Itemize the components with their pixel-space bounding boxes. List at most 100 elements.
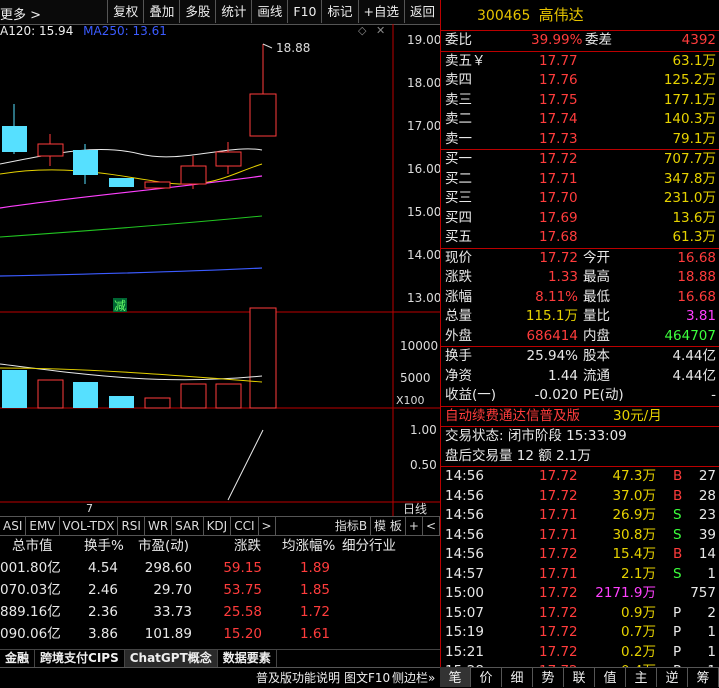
- order-level-label: 卖二: [445, 111, 472, 127]
- column-header[interactable]: 涨跌: [234, 535, 261, 557]
- indicator-control[interactable]: 指标B: [332, 517, 372, 535]
- quote-tab[interactable]: 筹: [688, 667, 719, 687]
- toolbar-button[interactable]: 多股: [179, 0, 215, 23]
- sidebar-toggle[interactable]: 侧边栏»: [392, 668, 435, 688]
- more-button[interactable]: 更多 >: [0, 4, 41, 23]
- table-cell: 1.85: [299, 582, 330, 598]
- help-link[interactable]: 普及版功能说明: [256, 668, 340, 688]
- indicator-tab[interactable]: CCI: [231, 517, 259, 535]
- volume-tick: 5000: [400, 371, 431, 385]
- tick-count: 14: [698, 546, 716, 562]
- bid-row[interactable]: 买三 17.70 231.0万: [441, 189, 719, 209]
- quote-tab[interactable]: 笔: [440, 667, 471, 687]
- stock-name: 高伟达: [538, 6, 584, 24]
- quote-tab[interactable]: 势: [533, 667, 564, 687]
- fund-label: PE(动): [583, 387, 624, 403]
- ask-row[interactable]: 卖五￥ 17.77 63.1万: [441, 52, 719, 72]
- bid-row[interactable]: 买四 17.69 13.6万: [441, 209, 719, 229]
- trade-status: 交易状态: 闭市阶段 15:33:09: [445, 428, 627, 444]
- ma250-line: [0, 267, 263, 277]
- toolbar-button[interactable]: 统计: [215, 0, 251, 23]
- tick-row[interactable]: 15:00 17.72 2171.9万 757: [441, 584, 719, 604]
- indicator-tab[interactable]: KDJ: [204, 517, 232, 535]
- tick-time: 14:56: [445, 468, 484, 484]
- column-header[interactable]: 换手%: [84, 535, 124, 557]
- quote-tab[interactable]: 联: [564, 667, 595, 687]
- quote-tab[interactable]: 主: [626, 667, 657, 687]
- order-level-label: 买五: [445, 229, 472, 245]
- table-row[interactable]: 001.80亿 4.54 298.60 59.15 1.89: [0, 557, 440, 579]
- sector-tab[interactable]: 跨境支付CIPS: [35, 650, 125, 667]
- indicator-tab[interactable]: ASI: [0, 517, 27, 535]
- table-cell: 1.61: [299, 626, 330, 642]
- tick-row[interactable]: 14:57 17.71 2.1万 S 1: [441, 565, 719, 585]
- toolbar-button[interactable]: 画线: [251, 0, 287, 23]
- indicator-tab[interactable]: WR: [145, 517, 173, 535]
- toolbar-button[interactable]: 复权: [107, 0, 143, 23]
- quote-tab[interactable]: 细: [502, 667, 533, 687]
- order-price: 17.68: [539, 229, 578, 245]
- tick-row[interactable]: 14:56 17.71 26.9万 S 23: [441, 506, 719, 526]
- ask-row[interactable]: 卖四 17.76 125.2万: [441, 71, 719, 91]
- quote-tab[interactable]: 价: [471, 667, 502, 687]
- tick-row[interactable]: 14:56 17.71 30.8万 S 39: [441, 526, 719, 546]
- promo-banner[interactable]: 自动续费通达信普及版 30元/月: [441, 407, 719, 427]
- kline-chart[interactable]: 18.88 减 19.00 18.00 17.00 16.00 15.00 14.00 13…: [0, 24, 440, 516]
- table-cell: 2.36: [87, 604, 118, 620]
- sector-tab[interactable]: ChatGPT概念: [124, 650, 218, 667]
- stat-label: 总量: [445, 308, 472, 324]
- table-row[interactable]: 070.03亿 2.46 29.70 53.75 1.85: [0, 579, 440, 601]
- price-tick: 19.00: [407, 33, 440, 47]
- toolbar-button[interactable]: 返回: [403, 0, 440, 23]
- indicator-tab[interactable]: EMV: [26, 517, 60, 535]
- stat-label: 最高: [583, 269, 610, 285]
- toolbar-button[interactable]: F10: [287, 0, 321, 23]
- indicator-tab[interactable]: VOL-TDX: [60, 517, 119, 535]
- tick-list[interactable]: 14:56 17.72 47.3万 B 27 14:56 17.72 37.0万 B 28 14:5…: [441, 467, 719, 682]
- tick-count: 28: [698, 487, 716, 504]
- tick-row[interactable]: 15:07 17.72 0.9万 P 2: [441, 604, 719, 624]
- tick-row[interactable]: 14:56 17.72 47.3万 B 27: [441, 467, 719, 487]
- tick-row[interactable]: 15:21 17.72 0.2万 P 1: [441, 643, 719, 663]
- indicator-tab[interactable]: RSI: [118, 517, 145, 535]
- indicator-tab[interactable]: SAR: [172, 517, 204, 535]
- column-header[interactable]: 总市值: [12, 535, 53, 557]
- order-level-label: 卖三: [445, 91, 472, 108]
- quote-tab[interactable]: 值: [595, 667, 626, 687]
- column-header[interactable]: 细分行业: [342, 535, 396, 557]
- stat-label: 现价: [445, 249, 472, 266]
- sector-tab[interactable]: 金融: [0, 650, 36, 667]
- table-row[interactable]: 889.16亿 2.36 33.73 25.58 1.72: [0, 601, 440, 623]
- ask-row[interactable]: 卖三 17.75 177.1万: [441, 91, 719, 111]
- toolbar-button[interactable]: 叠加: [143, 0, 179, 23]
- table-cell: 1.72: [299, 604, 330, 620]
- bid-row[interactable]: 买二 17.71 347.8万: [441, 170, 719, 190]
- indicator-control[interactable]: +: [406, 517, 423, 535]
- ask-row[interactable]: 卖二 17.74 140.3万: [441, 110, 719, 130]
- tick-time: 15:00: [445, 585, 484, 601]
- indicator-tab[interactable]: >: [259, 517, 276, 535]
- order-price: 17.73: [539, 130, 578, 147]
- table-row[interactable]: 090.06亿 3.86 101.89 15.20 1.61: [0, 623, 440, 645]
- toolbar-button[interactable]: 标记: [321, 0, 357, 23]
- tick-row[interactable]: 14:56 17.72 15.4万 B 14: [441, 545, 719, 565]
- tick-price: 17.71: [539, 526, 578, 543]
- price-tick: 13.00: [407, 291, 440, 305]
- f10-link[interactable]: 图文F10: [344, 668, 390, 688]
- stat-label: 今开: [583, 249, 610, 266]
- column-header[interactable]: 市盈(动): [138, 535, 189, 557]
- tick-row[interactable]: 15:19 17.72 0.7万 P 1: [441, 623, 719, 643]
- tick-price: 17.72: [539, 604, 578, 621]
- quote-tab[interactable]: 逆: [657, 667, 688, 687]
- bid-row[interactable]: 买五 17.68 61.3万: [441, 228, 719, 248]
- sector-tab[interactable]: 数据要素: [218, 650, 277, 667]
- indicator-control[interactable]: <: [423, 517, 440, 535]
- column-header[interactable]: 均涨幅%: [282, 535, 335, 557]
- toolbar-button[interactable]: +自选: [357, 0, 404, 23]
- table-cell: 15.20: [223, 626, 262, 642]
- bid-row[interactable]: 买一 17.72 707.7万: [441, 150, 719, 170]
- indicator-control[interactable]: 模 板: [371, 517, 406, 535]
- tick-row[interactable]: 14:56 17.72 37.0万 B 28: [441, 487, 719, 507]
- ask-row[interactable]: 卖一 17.73 79.1万: [441, 130, 719, 150]
- stat-value: 8.11%: [535, 288, 578, 305]
